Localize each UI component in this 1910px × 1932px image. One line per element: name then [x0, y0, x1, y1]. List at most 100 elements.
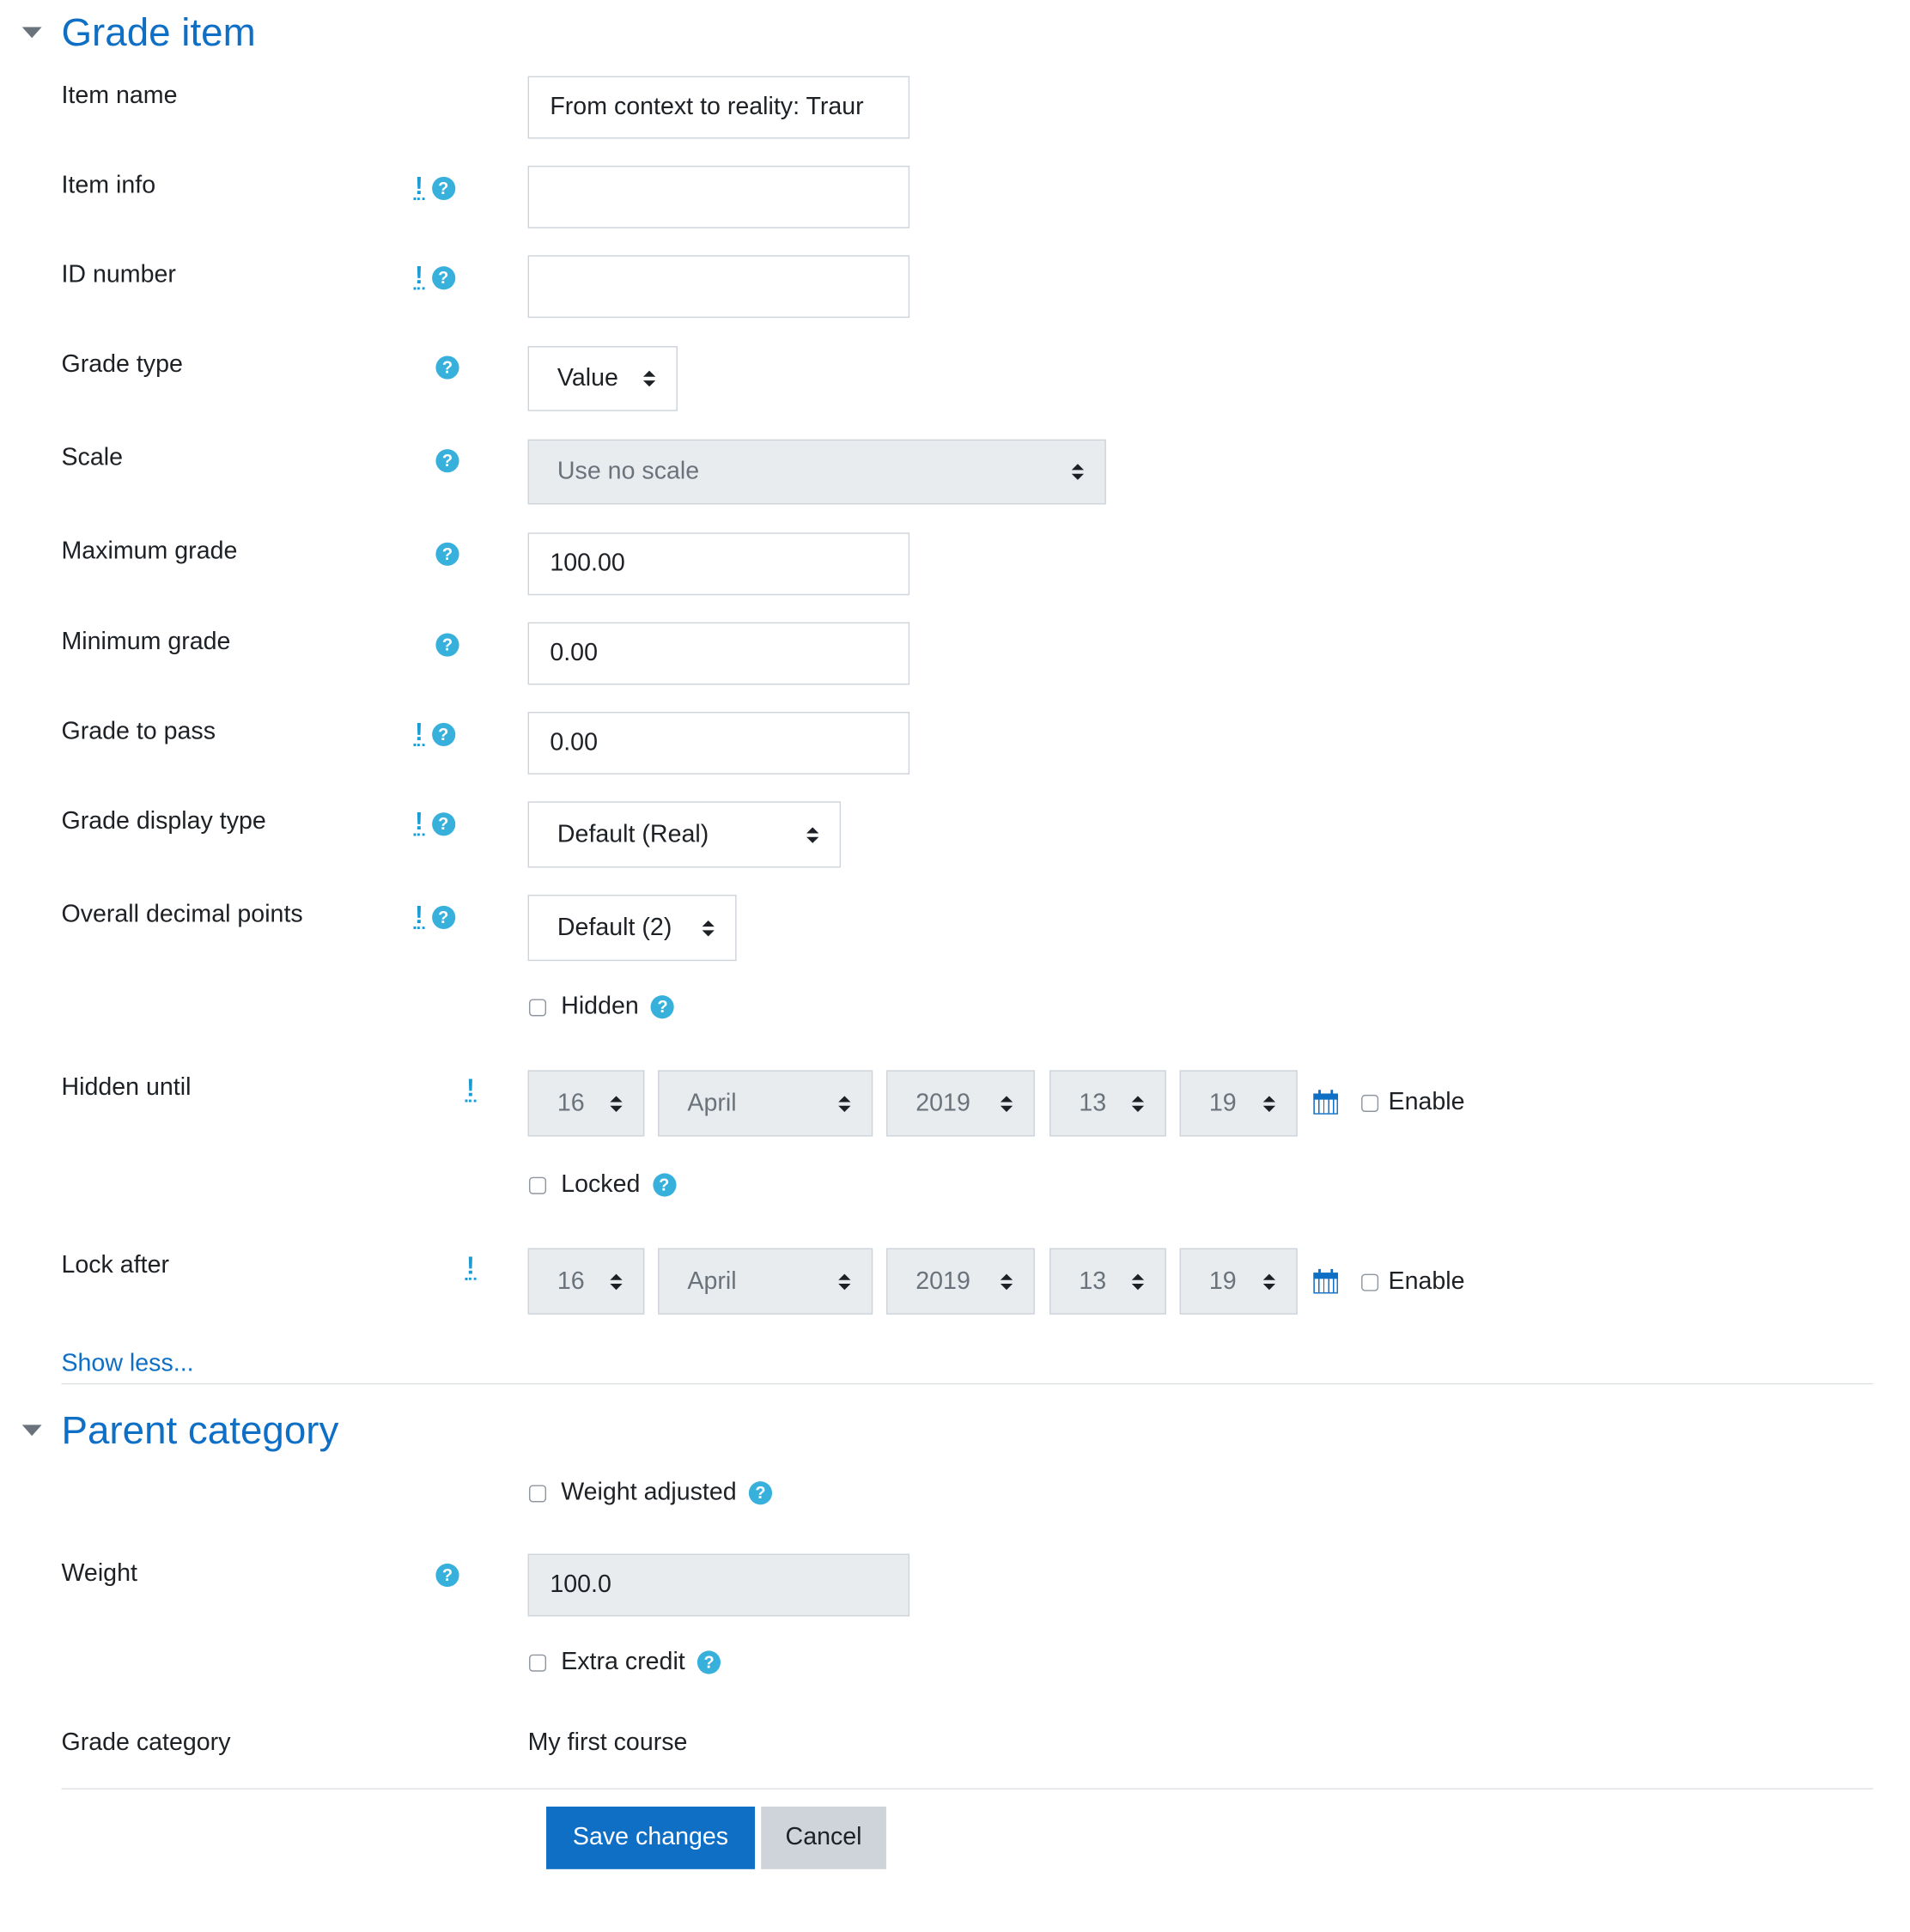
overall-decimal-points-label: Overall decimal points [61, 901, 303, 928]
advanced-element-icon[interactable]: ! [413, 264, 425, 290]
advanced-element-icon[interactable]: ! [413, 720, 425, 747]
maximum-grade-input[interactable]: 100.00 [527, 532, 910, 596]
calendar-icon[interactable] [1313, 1268, 1338, 1294]
select-arrows-icon [1262, 1095, 1276, 1112]
hidden-until-month-value: April [687, 1089, 737, 1116]
help-icon[interactable]: ? [431, 905, 455, 929]
locked-checkbox[interactable] [529, 1176, 547, 1194]
advanced-element-icon[interactable]: ! [465, 1076, 477, 1103]
hidden-until-year-select[interactable]: 2019 [885, 1070, 1035, 1137]
minimum-grade-input[interactable]: 0.00 [527, 622, 910, 685]
hidden-until-day-select[interactable]: 16 [527, 1070, 645, 1137]
advanced-element-icon[interactable]: ! [413, 903, 425, 929]
cancel-button[interactable]: Cancel [761, 1806, 886, 1869]
show-less-link[interactable]: Show less... [61, 1350, 193, 1378]
hidden-until-month-select[interactable]: April [658, 1070, 873, 1137]
id-number-input[interactable] [527, 255, 910, 319]
extra-credit-checkbox[interactable] [529, 1653, 547, 1671]
lock-after-day-select[interactable]: 16 [527, 1248, 645, 1315]
grade-item-section-toggle[interactable]: Grade item [21, 9, 256, 55]
grade-to-pass-input[interactable]: 0.00 [527, 711, 910, 775]
help-icon[interactable]: ? [651, 995, 675, 1019]
overall-decimal-points-select[interactable]: Default (2) [527, 894, 737, 962]
item-info-input[interactable] [527, 165, 910, 228]
minimum-grade-label: Minimum grade [61, 628, 231, 656]
advanced-element-icon[interactable]: ! [413, 174, 425, 200]
extra-credit-label[interactable]: Extra credit [561, 1649, 685, 1677]
grade-category-label: Grade category [61, 1728, 231, 1757]
help-icon[interactable]: ? [435, 1563, 459, 1588]
weight-adjusted-checkbox[interactable] [529, 1484, 547, 1502]
advanced-element-icon[interactable]: ! [465, 1255, 477, 1280]
weight-adjusted-row: Weight adjusted ? [529, 1479, 773, 1507]
lock-after-enable-row: Enable [1361, 1267, 1465, 1296]
hidden-until-hour-select[interactable]: 13 [1049, 1070, 1166, 1137]
item-name-input[interactable]: From context to reality: Traur [527, 76, 910, 139]
select-arrows-icon [838, 1273, 851, 1290]
select-arrows-icon [610, 1095, 623, 1112]
hidden-checkbox[interactable] [529, 998, 547, 1016]
help-icon[interactable]: ? [652, 1173, 676, 1197]
section-divider [61, 1382, 1874, 1385]
grade-item-form: Grade item Item name From context to rea… [0, 0, 1910, 1902]
hidden-until-icons: ! [465, 1076, 477, 1103]
select-arrows-icon [838, 1095, 851, 1112]
grade-type-icons: ? [435, 355, 459, 380]
help-icon[interactable]: ? [435, 355, 459, 380]
help-icon[interactable]: ? [431, 265, 455, 289]
lock-after-enable-checkbox[interactable] [1361, 1273, 1379, 1291]
form-footer-divider [61, 1788, 1874, 1789]
lock-after-minute-select[interactable]: 19 [1179, 1248, 1298, 1315]
hidden-label[interactable]: Hidden [561, 993, 639, 1021]
help-icon[interactable]: ? [431, 176, 455, 200]
section-title-grade-item: Grade item [61, 9, 256, 54]
hidden-until-enable-row: Enable [1361, 1089, 1465, 1117]
hidden-until-enable-label[interactable]: Enable [1389, 1089, 1465, 1117]
help-icon[interactable]: ? [435, 542, 459, 566]
item-name-label: Item name [61, 82, 178, 110]
extra-credit-row: Extra credit ? [529, 1649, 721, 1677]
save-changes-button[interactable]: Save changes [546, 1806, 756, 1869]
item-info-label: Item info [61, 172, 156, 199]
parent-category-section-toggle[interactable]: Parent category [21, 1407, 339, 1453]
hidden-until-minute-value: 19 [1208, 1089, 1237, 1116]
lock-after-hour-select[interactable]: 13 [1049, 1248, 1166, 1315]
help-icon[interactable]: ? [435, 633, 459, 657]
weight-icons: ? [435, 1563, 459, 1588]
select-arrows-icon [1000, 1095, 1013, 1112]
help-icon[interactable]: ? [697, 1650, 721, 1674]
grade-type-select[interactable]: Value [527, 346, 678, 411]
grade-display-type-label: Grade display type [61, 807, 266, 835]
locked-label[interactable]: Locked [561, 1171, 640, 1200]
lock-after-minute-value: 19 [1208, 1267, 1237, 1295]
grade-display-type-icons: ! ? [413, 810, 455, 836]
grade-type-value: Value [557, 364, 618, 392]
scale-label: Scale [61, 444, 123, 471]
overall-decimal-points-value: Default (2) [557, 914, 672, 941]
calendar-icon[interactable] [1313, 1090, 1338, 1115]
item-info-icons: ! ? [413, 174, 455, 200]
help-icon[interactable]: ? [431, 722, 455, 746]
locked-checkbox-row: Locked ? [529, 1171, 676, 1200]
help-icon[interactable]: ? [431, 811, 455, 835]
hidden-until-enable-checkbox[interactable] [1361, 1094, 1379, 1112]
lock-after-year-select[interactable]: 2019 [885, 1248, 1035, 1315]
weight-adjusted-label[interactable]: Weight adjusted [561, 1479, 736, 1507]
hidden-until-minute-select[interactable]: 19 [1179, 1070, 1298, 1137]
section-title-parent-category: Parent category [61, 1407, 339, 1452]
weight-label: Weight [61, 1559, 137, 1588]
lock-after-month-select[interactable]: April [658, 1248, 873, 1315]
advanced-element-icon[interactable]: ! [413, 810, 425, 836]
scale-value: Use no scale [557, 458, 700, 485]
grade-display-type-select[interactable]: Default (Real) [527, 801, 842, 868]
weight-input[interactable]: 100.0 [527, 1553, 910, 1617]
lock-after-year-value: 2019 [915, 1267, 970, 1295]
scale-icons: ? [435, 449, 459, 473]
help-icon[interactable]: ? [748, 1481, 773, 1505]
help-icon[interactable]: ? [435, 449, 459, 473]
overall-decimal-points-icons: ! ? [413, 903, 455, 929]
collapse-caret-icon [21, 1425, 42, 1437]
scale-select[interactable]: Use no scale [527, 439, 1106, 505]
select-arrows-icon [1071, 464, 1085, 480]
lock-after-enable-label[interactable]: Enable [1389, 1267, 1465, 1296]
